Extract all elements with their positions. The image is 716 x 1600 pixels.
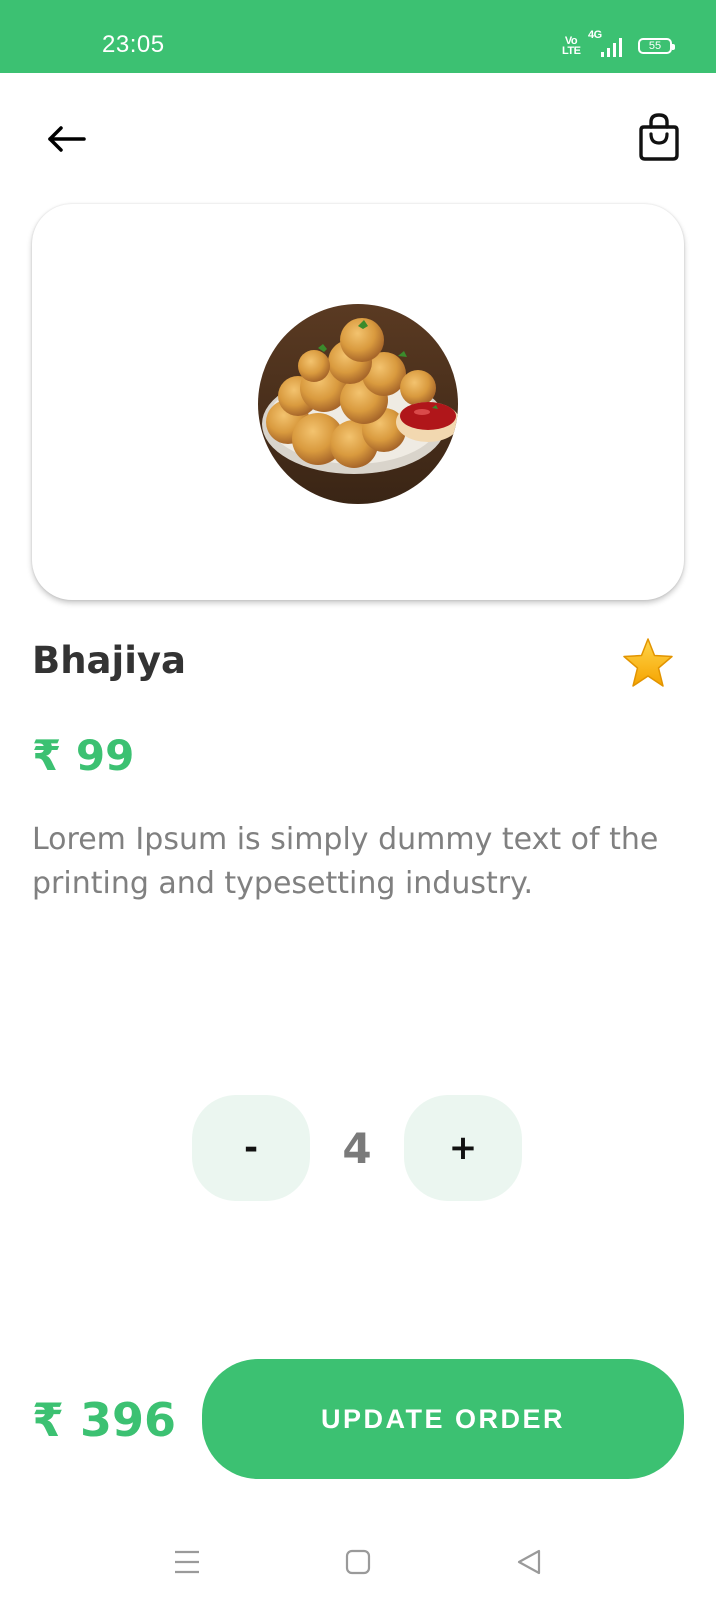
product-description: Lorem Ipsum is simply dummy text of the … bbox=[32, 822, 659, 901]
system-menu-button[interactable] bbox=[167, 1542, 207, 1582]
total-price: ₹ 396 bbox=[32, 1393, 177, 1447]
shopping-bag-icon bbox=[639, 113, 679, 161]
home-square-icon bbox=[345, 1549, 371, 1575]
battery-icon: 55 bbox=[638, 38, 675, 54]
product-image-card bbox=[32, 204, 684, 600]
quantity-value: 4 bbox=[342, 1123, 372, 1173]
system-navigation-bar bbox=[0, 1510, 716, 1600]
volte-icon: Vo LTE bbox=[562, 35, 581, 57]
cart-button[interactable] bbox=[634, 109, 684, 165]
status-time: 23:05 bbox=[102, 31, 165, 58]
increment-button[interactable]: + bbox=[404, 1095, 522, 1201]
menu-icon bbox=[175, 1550, 199, 1574]
battery-level: 55 bbox=[648, 40, 662, 52]
quantity-stepper: - 4 + bbox=[192, 1095, 524, 1203]
product-title: Bhajiya bbox=[32, 639, 186, 682]
volte-label: Vo LTE bbox=[562, 35, 581, 57]
update-order-button[interactable]: UPDATE ORDER bbox=[202, 1359, 684, 1479]
arrow-left-icon bbox=[48, 126, 86, 152]
status-bar: 23:05 Vo LTE 4G 55 bbox=[0, 0, 716, 73]
decrement-button[interactable]: - bbox=[192, 1095, 310, 1201]
system-back-button[interactable] bbox=[509, 1542, 549, 1582]
system-home-button[interactable] bbox=[338, 1542, 378, 1582]
signal-icon: 4G bbox=[588, 29, 622, 57]
favorite-button[interactable] bbox=[620, 636, 676, 692]
bhajiya-food-image bbox=[258, 304, 458, 504]
top-nav bbox=[0, 73, 716, 203]
back-button[interactable] bbox=[40, 117, 92, 161]
unit-price: ₹ 99 bbox=[32, 731, 135, 780]
star-icon bbox=[623, 638, 673, 687]
status-icons: Vo LTE 4G 55 bbox=[562, 29, 675, 59]
back-triangle-icon bbox=[517, 1549, 541, 1575]
network-type-label: 4G bbox=[588, 29, 602, 41]
